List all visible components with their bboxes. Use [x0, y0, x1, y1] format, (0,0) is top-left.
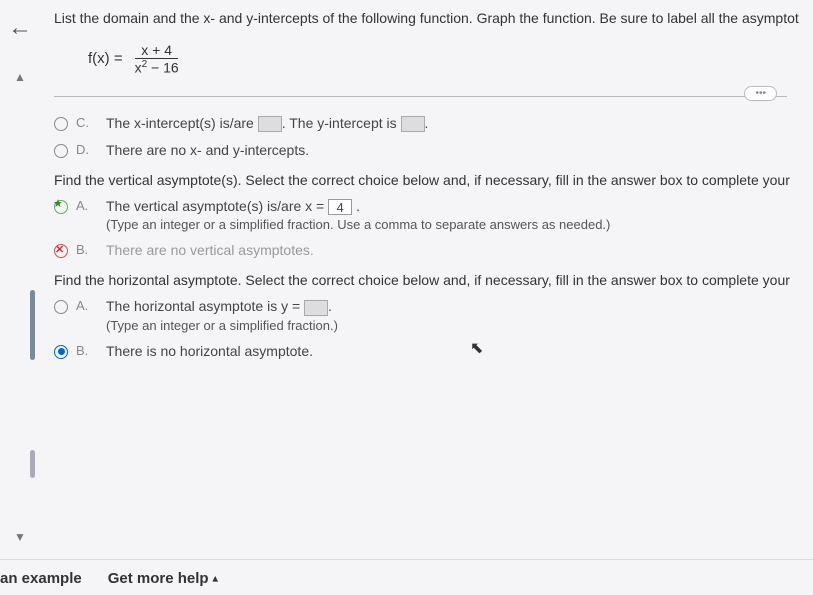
vertical-option-b[interactable]: B. There are no vertical asymptotes. [54, 242, 807, 258]
cursor-icon: ⬉ [470, 338, 483, 358]
option-text: The vertical asymptote(s) is/are x = 4 .… [106, 198, 807, 232]
function-formula: f(x) = x + 4 x2 − 16 [88, 42, 807, 76]
formula-numerator: x + 4 [135, 42, 178, 59]
scroll-down-icon[interactable]: ▼ [14, 530, 26, 544]
radio-icon[interactable] [54, 300, 68, 314]
option-text: The x-intercept(s) is/are . The y-interc… [106, 115, 807, 132]
x-intercept-input[interactable] [258, 116, 282, 132]
option-label: B. [76, 242, 94, 257]
intercept-option-c[interactable]: C. The x-intercept(s) is/are . The y-int… [54, 115, 807, 132]
option-text: There are no vertical asymptotes. [106, 242, 807, 258]
vertical-option-a[interactable]: A. The vertical asymptote(s) is/are x = … [54, 198, 807, 232]
formula-denominator: x2 − 16 [129, 59, 185, 76]
option-text: The horizontal asymptote is y = . (Type … [106, 298, 807, 332]
get-help-link[interactable]: Get more help ▴ [108, 570, 218, 587]
option-label: D. [76, 142, 94, 157]
option-text: There are no x- and y-intercepts. [106, 142, 807, 158]
scroll-thumb-lower[interactable] [30, 450, 35, 478]
more-options-button[interactable]: ••• [744, 86, 777, 101]
horizontal-asymptote-input[interactable] [304, 300, 328, 316]
option-text: There is no horizontal asymptote. [106, 343, 807, 359]
option-label: A. [76, 298, 94, 313]
section-divider [54, 96, 787, 97]
option-label: B. [76, 343, 94, 358]
caret-up-icon: ▴ [213, 574, 218, 585]
horizontal-option-a[interactable]: A. The horizontal asymptote is y = . (Ty… [54, 298, 807, 332]
option-label: C. [76, 115, 94, 130]
scroll-up-icon[interactable]: ▲ [14, 70, 26, 84]
option-hint: (Type an integer or a simplified fractio… [106, 217, 807, 232]
back-arrow-icon[interactable]: ← [8, 14, 32, 42]
radio-icon[interactable] [54, 144, 68, 158]
scroll-thumb[interactable] [30, 290, 35, 360]
y-intercept-input[interactable] [401, 116, 425, 132]
horizontal-option-b[interactable]: B. There is no horizontal asymptote. [54, 343, 807, 359]
vertical-asymptote-input[interactable]: 4 [328, 199, 352, 215]
correct-star-icon[interactable] [54, 200, 68, 214]
incorrect-x-icon[interactable] [54, 244, 68, 258]
radio-selected-icon[interactable] [54, 345, 68, 359]
example-link[interactable]: an example [0, 570, 82, 587]
footer-bar: an example Get more help ▴ [0, 559, 813, 587]
question-prompt: List the domain and the x- and y-interce… [54, 10, 807, 26]
vertical-asymptote-prompt: Find the vertical asymptote(s). Select t… [54, 172, 807, 188]
horizontal-asymptote-prompt: Find the horizontal asymptote. Select th… [54, 272, 807, 288]
radio-icon[interactable] [54, 117, 68, 131]
intercept-option-d[interactable]: D. There are no x- and y-intercepts. [54, 142, 807, 158]
option-hint: (Type an integer or a simplified fractio… [106, 318, 807, 333]
formula-lhs: f(x) = [88, 50, 123, 67]
option-label: A. [76, 198, 94, 213]
